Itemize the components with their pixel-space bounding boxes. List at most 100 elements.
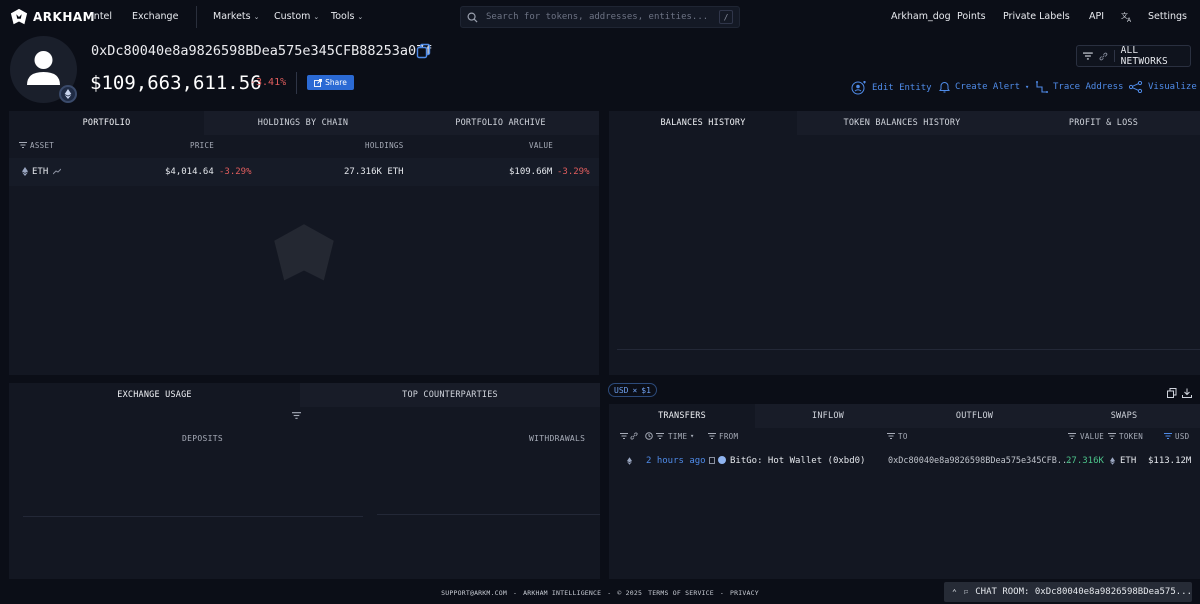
deposits-chart-baseline bbox=[23, 516, 363, 517]
nav-tools-label: Tools bbox=[331, 11, 355, 22]
copy-icon[interactable] bbox=[416, 43, 432, 59]
network-filter[interactable]: ALL NETWORKS bbox=[1076, 45, 1191, 67]
trend-icon bbox=[53, 168, 61, 175]
table-row[interactable]: ETH $4,014.64 -3.29% 27.316K ETH $109.66… bbox=[9, 158, 599, 186]
tab-profit-loss[interactable]: PROFIT & LOSS bbox=[1007, 111, 1200, 135]
arkham-logo[interactable]: ARKHAM bbox=[10, 8, 95, 26]
ethereum-icon bbox=[59, 85, 77, 103]
tab-balances-history[interactable]: BALANCES HISTORY bbox=[609, 111, 797, 135]
tab-exchange-usage[interactable]: EXCHANGE USAGE bbox=[9, 383, 300, 407]
filter-icon[interactable] bbox=[708, 433, 716, 439]
tab-portfolio[interactable]: PORTFOLIO bbox=[9, 111, 204, 135]
tab-outflow[interactable]: OUTFLOW bbox=[901, 404, 1048, 428]
tab-holdings-by-chain[interactable]: HOLDINGS BY CHAIN bbox=[204, 111, 402, 135]
support-email-link[interactable]: SUPPORT@ARKM.COM bbox=[441, 589, 507, 597]
transfer-usd: $113.12M bbox=[1148, 456, 1192, 466]
close-icon[interactable]: × bbox=[632, 386, 637, 395]
trace-address-button[interactable]: Trace Address bbox=[1036, 81, 1123, 93]
search-input[interactable] bbox=[486, 12, 706, 22]
filter-icon[interactable] bbox=[1068, 433, 1076, 439]
sort-icon[interactable] bbox=[19, 142, 27, 148]
transfer-token[interactable]: ETH bbox=[1120, 456, 1136, 466]
share-label: Share bbox=[325, 78, 347, 87]
svg-text:A: A bbox=[1127, 17, 1132, 23]
transfers-panel: TRANSFERS INFLOW OUTFLOW SWAPS TIME ▾ FR… bbox=[609, 404, 1200, 579]
api-label: API bbox=[1089, 11, 1105, 22]
sort-icon[interactable] bbox=[656, 433, 664, 439]
transfer-time[interactable]: 2 hours ago bbox=[646, 456, 706, 466]
tab-transfers[interactable]: TRANSFERS bbox=[609, 404, 755, 428]
terms-link[interactable]: TERMS OF SERVICE bbox=[648, 589, 714, 597]
nav-markets[interactable]: Markets ⌄ bbox=[213, 11, 259, 22]
currency-filter-chip[interactable]: USD × $1 bbox=[608, 383, 657, 397]
create-alert-button[interactable]: Create Alert ▾ bbox=[939, 81, 1029, 93]
filter-icon[interactable] bbox=[887, 433, 895, 439]
nav-exchange[interactable]: Exchange bbox=[132, 11, 178, 22]
arkham-watermark-icon bbox=[274, 224, 334, 281]
column-token[interactable]: TOKEN bbox=[1119, 432, 1143, 441]
tab-token-balances-history[interactable]: TOKEN BALANCES HISTORY bbox=[797, 111, 1007, 135]
download-icon[interactable] bbox=[1182, 388, 1192, 398]
nav-custom[interactable]: Custom ⌄ bbox=[274, 11, 319, 22]
chevron-down-icon[interactable]: ▾ bbox=[690, 432, 694, 440]
filter-icon[interactable] bbox=[1108, 433, 1116, 439]
nav-settings[interactable]: Settings bbox=[1148, 11, 1187, 22]
column-usd[interactable]: USD bbox=[1175, 432, 1189, 441]
table-row[interactable]: 2 hours ago BitGo: Hot Wallet (0xbd0) 0x… bbox=[609, 449, 1200, 473]
nav-custom-label: Custom bbox=[274, 11, 311, 22]
column-to[interactable]: TO bbox=[898, 432, 908, 441]
copy-icon[interactable] bbox=[1167, 388, 1177, 398]
balances-tabs: BALANCES HISTORY TOKEN BALANCES HISTORY … bbox=[609, 111, 1200, 135]
tab-top-counterparties[interactable]: TOP COUNTERPARTIES bbox=[300, 383, 600, 407]
nav-points[interactable]: Points bbox=[957, 11, 986, 22]
create-alert-label: Create Alert bbox=[955, 82, 1021, 92]
nav-tools[interactable]: Tools ⌄ bbox=[331, 11, 363, 22]
private-labels-label: Private Labels bbox=[1003, 11, 1070, 22]
nav-username[interactable]: Arkham_dog bbox=[891, 11, 951, 22]
balances-panel: BALANCES HISTORY TOKEN BALANCES HISTORY … bbox=[609, 111, 1200, 375]
column-value[interactable]: VALUE bbox=[1080, 432, 1104, 441]
bell-icon bbox=[939, 82, 950, 93]
nav-intel[interactable]: Intel bbox=[91, 11, 112, 22]
sort-icon[interactable] bbox=[1164, 433, 1172, 439]
nav-api[interactable]: API bbox=[1089, 11, 1104, 22]
chevron-up-icon: ⌃ bbox=[952, 587, 957, 597]
edit-entity-button[interactable]: Edit Entity bbox=[851, 81, 932, 95]
column-price[interactable]: PRICE bbox=[190, 141, 214, 150]
column-time[interactable]: TIME bbox=[668, 432, 687, 441]
transfer-to[interactable]: 0xDc80040e8a9826598BDea575e345CFB... bbox=[888, 456, 1072, 466]
arkham-logo-icon bbox=[10, 8, 28, 25]
column-holdings[interactable]: HOLDINGS bbox=[365, 141, 404, 150]
column-value[interactable]: VALUE bbox=[529, 141, 553, 150]
privacy-link[interactable]: PRIVACY bbox=[730, 589, 759, 597]
deposits-label: DEPOSITS bbox=[182, 434, 223, 443]
nav-exchange-label: Exchange bbox=[132, 11, 179, 22]
column-from[interactable]: FROM bbox=[719, 432, 738, 441]
transfer-from[interactable]: BitGo: Hot Wallet (0xbd0) bbox=[730, 456, 865, 466]
asset-holdings: 27.316K ETH bbox=[344, 167, 404, 177]
visualize-button[interactable]: Visualize bbox=[1129, 81, 1197, 93]
wallet-address: 0xDc80040e8a9826598BDea575e345CFB88253a0… bbox=[91, 43, 433, 59]
filter-icon[interactable] bbox=[292, 412, 301, 419]
brand-name: ARKHAM bbox=[33, 10, 96, 24]
transfer-value: 27.316K bbox=[1066, 456, 1104, 466]
search-bar[interactable]: / bbox=[460, 6, 740, 28]
tab-portfolio-archive[interactable]: PORTFOLIO ARCHIVE bbox=[402, 111, 599, 135]
column-asset[interactable]: ASSET bbox=[30, 141, 54, 150]
language-button[interactable]: 文 A bbox=[1121, 11, 1133, 23]
edit-entity-icon bbox=[851, 81, 866, 95]
tab-inflow[interactable]: INFLOW bbox=[755, 404, 901, 428]
nav-private-labels[interactable]: Private Labels bbox=[1003, 11, 1070, 22]
asset-price-change: -3.29% bbox=[219, 167, 252, 177]
nav-divider bbox=[196, 6, 197, 28]
link-icon[interactable] bbox=[630, 432, 638, 440]
asset-name[interactable]: ETH bbox=[32, 167, 48, 177]
points-label: Points bbox=[957, 11, 986, 22]
share-button[interactable]: Share bbox=[307, 75, 354, 90]
filter-icon[interactable] bbox=[620, 433, 628, 439]
chat-room-button[interactable]: ⌃ CHAT ROOM: 0xDc80040e8a9826598BDea575.… bbox=[944, 582, 1192, 602]
chevron-down-icon: ⌄ bbox=[357, 12, 364, 21]
bitgo-icon bbox=[718, 456, 726, 464]
tab-swaps[interactable]: SWAPS bbox=[1048, 404, 1200, 428]
exchange-panel: EXCHANGE USAGE TOP COUNTERPARTIES DEPOSI… bbox=[9, 383, 600, 579]
